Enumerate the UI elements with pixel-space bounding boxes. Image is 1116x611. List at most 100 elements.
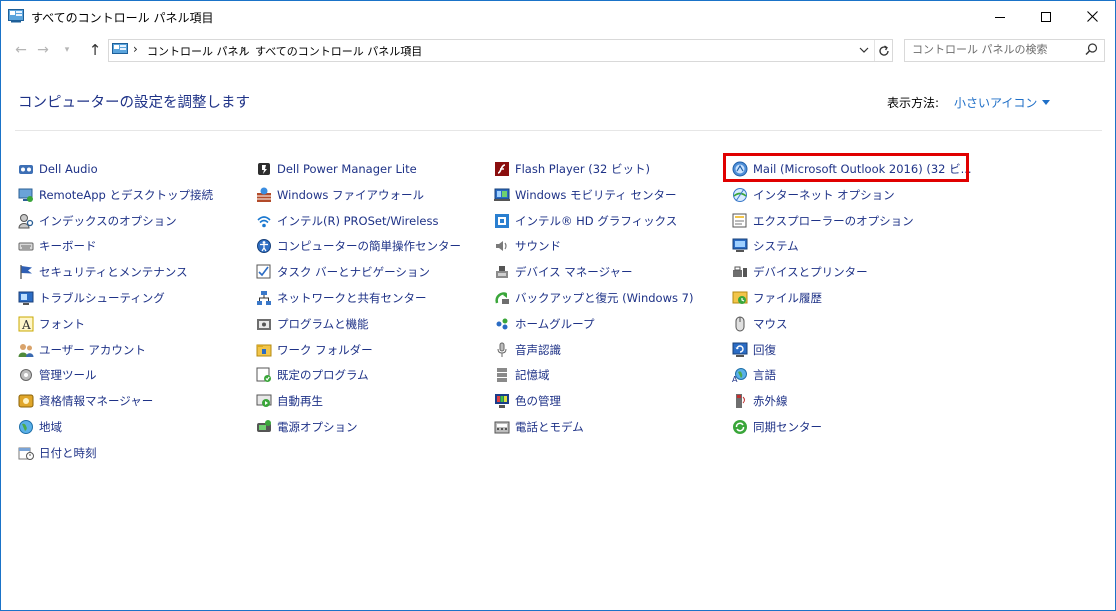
control-panel-item[interactable]: 電話とモデム	[494, 416, 584, 438]
item-label[interactable]: Dell Audio	[39, 162, 98, 176]
control-panel-item[interactable]: エクスプローラーのオプション	[732, 210, 914, 232]
control-panel-item[interactable]: インターネット オプション	[732, 184, 895, 206]
item-label[interactable]: コンピューターの簡単操作センター	[277, 238, 461, 254]
search-box[interactable]	[904, 39, 1105, 62]
control-panel-item[interactable]: 日付と時刻	[18, 442, 97, 464]
control-panel-item[interactable]: 管理ツール	[18, 364, 97, 386]
item-label[interactable]: エクスプローラーのオプション	[753, 213, 914, 229]
item-label[interactable]: 地域	[39, 419, 62, 435]
item-label[interactable]: ホームグループ	[515, 316, 594, 332]
item-label[interactable]: インデックスのオプション	[39, 213, 177, 229]
control-panel-item[interactable]: 電源オプション	[256, 416, 358, 438]
breadcrumb-chevron-icon[interactable]: ›	[407, 42, 412, 56]
control-panel-item[interactable]: 既定のプログラム	[256, 364, 369, 386]
item-label[interactable]: 言語	[753, 367, 776, 383]
item-label[interactable]: タスク バーとナビゲーション	[277, 264, 430, 280]
item-label[interactable]: サウンド	[515, 238, 561, 254]
item-label[interactable]: 電源オプション	[277, 419, 358, 435]
control-panel-item[interactable]: 色の管理	[494, 390, 561, 412]
item-label[interactable]: ネットワークと共有センター	[277, 290, 427, 306]
item-label[interactable]: 電話とモデム	[515, 419, 584, 435]
control-panel-item[interactable]: システム	[732, 235, 799, 257]
view-mode-value[interactable]: 小さいアイコン	[954, 96, 1037, 110]
control-panel-item[interactable]: マウス	[732, 313, 788, 335]
breadcrumb-all-items[interactable]: すべてのコントロール パネル項目	[255, 43, 422, 59]
item-label[interactable]: 同期センター	[753, 419, 822, 435]
control-panel-item[interactable]: インテル(R) PROSet/Wireless	[256, 210, 438, 232]
title-bar[interactable]: すべてのコントロール パネル項目	[1, 1, 1115, 32]
item-label[interactable]: セキュリティとメンテナンス	[39, 264, 188, 280]
back-button[interactable]: ←	[12, 40, 30, 60]
item-label[interactable]: 管理ツール	[39, 367, 97, 383]
control-panel-item[interactable]: ホームグループ	[494, 313, 594, 335]
maximize-button[interactable]	[1023, 1, 1069, 32]
control-panel-item[interactable]: プログラムと機能	[256, 313, 369, 335]
view-mode-dropdown[interactable]: 小さいアイコン	[954, 94, 1051, 111]
control-panel-item[interactable]: 音声認識	[494, 339, 561, 361]
control-panel-item[interactable]: 資格情報マネージャー	[18, 390, 153, 412]
control-panel-item[interactable]: ユーザー アカウント	[18, 339, 146, 361]
control-panel-item[interactable]: Dell Audio	[18, 158, 98, 180]
item-label[interactable]: ファイル履歴	[753, 290, 822, 306]
up-button[interactable]: ↑	[86, 40, 104, 60]
control-panel-item[interactable]: セキュリティとメンテナンス	[18, 261, 188, 283]
item-label[interactable]: キーボード	[39, 238, 97, 254]
control-panel-item[interactable]: 地域	[18, 416, 62, 438]
item-label[interactable]: バックアップと復元 (Windows 7)	[515, 290, 693, 306]
item-label[interactable]: インターネット オプション	[753, 187, 895, 203]
recent-locations-button[interactable]: ▾	[60, 40, 74, 60]
item-label[interactable]: インテル(R) PROSet/Wireless	[277, 213, 438, 229]
item-label[interactable]: デバイス マネージャー	[515, 264, 633, 280]
item-label[interactable]: 赤外線	[753, 393, 788, 409]
item-label[interactable]: 音声認識	[515, 342, 561, 358]
item-label[interactable]: フォント	[39, 316, 85, 332]
item-label[interactable]: Windows モビリティ センター	[515, 187, 676, 203]
control-panel-item[interactable]: 自動再生	[256, 390, 323, 412]
address-dropdown-button[interactable]	[857, 42, 871, 58]
control-panel-item[interactable]: コンピューターの簡単操作センター	[256, 235, 461, 257]
item-label[interactable]: 日付と時刻	[39, 445, 97, 461]
close-button[interactable]	[1069, 1, 1115, 32]
item-label[interactable]: Flash Player (32 ビット)	[515, 161, 650, 177]
control-panel-item[interactable]: Windows モビリティ センター	[494, 184, 676, 206]
control-panel-item[interactable]: タスク バーとナビゲーション	[256, 261, 430, 283]
control-panel-item[interactable]: インデックスのオプション	[18, 210, 177, 232]
search-input[interactable]	[905, 40, 1082, 59]
control-panel-item[interactable]: ワーク フォルダー	[256, 339, 373, 361]
item-label[interactable]: ワーク フォルダー	[277, 342, 373, 358]
address-bar[interactable]: › コントロール パネル › すべてのコントロール パネル項目 ›	[108, 39, 893, 62]
control-panel-item[interactable]: ファイル履歴	[732, 287, 822, 309]
breadcrumb-chevron-icon[interactable]: ›	[133, 42, 138, 56]
control-panel-item[interactable]: デバイス マネージャー	[494, 261, 633, 283]
item-label[interactable]: 記憶域	[515, 367, 550, 383]
item-label[interactable]: 回復	[753, 342, 776, 358]
breadcrumb-control-panel[interactable]: コントロール パネル	[147, 43, 250, 59]
item-label[interactable]: ユーザー アカウント	[39, 342, 146, 358]
item-label[interactable]: Dell Power Manager Lite	[277, 162, 417, 176]
control-panel-item[interactable]: キーボード	[18, 235, 97, 257]
minimize-button[interactable]	[977, 1, 1023, 32]
control-panel-item[interactable]: Flash Player (32 ビット)	[494, 158, 650, 180]
control-panel-item[interactable]: A 言語	[732, 364, 776, 386]
control-panel-item[interactable]: サウンド	[494, 235, 561, 257]
item-label[interactable]: 既定のプログラム	[277, 367, 369, 383]
item-label[interactable]: インテル® HD グラフィックス	[515, 213, 677, 229]
breadcrumb-chevron-icon[interactable]: ›	[241, 42, 246, 56]
control-panel-item[interactable]: 同期センター	[732, 416, 822, 438]
control-panel-item[interactable]: A フォント	[18, 313, 85, 335]
control-panel-item[interactable]: トラブルシューティング	[18, 287, 165, 309]
control-panel-item[interactable]: 回復	[732, 339, 776, 361]
control-panel-item[interactable]: デバイスとプリンター	[732, 261, 868, 283]
item-label[interactable]: 色の管理	[515, 393, 561, 409]
item-label[interactable]: RemoteApp とデスクトップ接続	[39, 187, 213, 203]
item-label[interactable]: デバイスとプリンター	[753, 264, 868, 280]
control-panel-item[interactable]: Windows ファイアウォール	[256, 184, 424, 206]
search-icon[interactable]	[1085, 43, 1098, 56]
item-label[interactable]: システム	[753, 238, 799, 254]
control-panel-item[interactable]: RemoteApp とデスクトップ接続	[18, 184, 213, 206]
item-label[interactable]: 資格情報マネージャー	[39, 393, 153, 409]
item-label[interactable]: Windows ファイアウォール	[277, 187, 424, 203]
item-label[interactable]: マウス	[753, 316, 788, 332]
forward-button[interactable]: →	[34, 40, 52, 60]
control-panel-item[interactable]: 赤外線	[732, 390, 788, 412]
